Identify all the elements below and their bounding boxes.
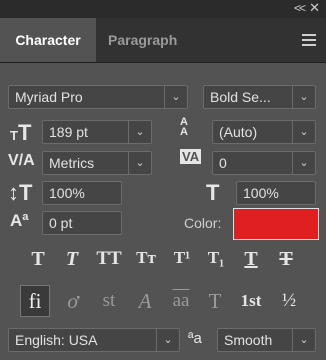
subscript-button[interactable]: T₁ — [202, 248, 230, 276]
underline-button[interactable]: T — [237, 248, 265, 276]
anti-alias-icon: ªa — [188, 330, 202, 347]
language-value: English: USA — [15, 332, 98, 348]
chevron-down-icon: ⌄ — [292, 86, 315, 108]
font-size-value: 189 pt — [49, 124, 88, 140]
ordinals-button[interactable]: 1st — [236, 285, 266, 317]
contextual-alternates-button[interactable]: ơ — [58, 285, 88, 317]
font-family-select[interactable]: Myriad Pro ⌄ — [8, 85, 188, 109]
chevron-down-icon: ⌄ — [156, 329, 179, 351]
font-size-field[interactable]: 189 pt ⌄ — [42, 120, 152, 144]
vertical-scale-icon: ↕T — [8, 180, 33, 205]
chevron-down-icon: ⌄ — [128, 121, 151, 143]
faux-italic-button[interactable]: T — [58, 248, 86, 276]
vertical-scale-field[interactable]: 100% — [42, 181, 122, 205]
color-label: Color: — [184, 215, 222, 231]
chevron-down-icon: ⌄ — [292, 329, 315, 351]
titling-alternates-button[interactable]: T — [200, 285, 230, 317]
tab-paragraph[interactable]: Paragraph — [108, 18, 177, 62]
kerning-select[interactable]: Metrics ⌄ — [42, 151, 152, 175]
faux-bold-button[interactable]: T — [24, 248, 52, 276]
language-select[interactable]: English: USA ⌄ — [8, 328, 180, 352]
superscript-button[interactable]: T¹ — [168, 248, 196, 276]
close-icon[interactable]: ✕ — [309, 0, 320, 16]
strikethrough-button[interactable]: T — [272, 248, 300, 276]
stylistic-alternates-button[interactable]: aa — [166, 285, 196, 317]
baseline-shift-icon: Aª — [10, 211, 29, 230]
collapse-icon[interactable]: << — [294, 1, 306, 15]
vertical-scale-value: 100% — [49, 185, 85, 201]
font-family-value: Myriad Pro — [15, 89, 83, 105]
standard-ligatures-button[interactable]: fi — [20, 285, 50, 317]
baseline-shift-value: 0 pt — [49, 215, 73, 231]
chevron-down-icon: ⌄ — [292, 121, 315, 143]
tracking-value: 0 — [219, 155, 227, 171]
leading-value: (Auto) — [219, 124, 258, 140]
kerning-icon: V/A — [8, 152, 35, 169]
tracking-field[interactable]: 0 ⌄ — [212, 151, 316, 175]
chevron-down-icon: ⌄ — [292, 152, 315, 174]
horizontal-scale-icon: T — [206, 180, 220, 205]
horizontal-scale-field[interactable]: 100% — [236, 181, 316, 205]
font-style-value: Bold Se... — [210, 89, 271, 105]
tab-bar: Character Paragraph — [0, 18, 326, 63]
kerning-value: Metrics — [49, 155, 95, 171]
leading-field[interactable]: (Auto) ⌄ — [212, 120, 316, 144]
tab-character[interactable]: Character — [0, 18, 96, 62]
baseline-shift-field[interactable]: 0 pt — [42, 211, 122, 235]
fractions-button[interactable]: ½ — [274, 285, 304, 317]
color-swatch[interactable] — [233, 208, 319, 240]
discretionary-ligatures-button[interactable]: st — [94, 285, 124, 317]
chevron-down-icon: ⌄ — [164, 86, 187, 108]
anti-alias-value: Smooth — [224, 332, 273, 348]
font-size-icon: TT — [10, 120, 32, 145]
swash-button[interactable]: A — [130, 285, 160, 317]
leading-icon: AA — [180, 116, 188, 138]
chevron-down-icon: ⌄ — [128, 152, 151, 174]
character-panel: Myriad Pro ⌄ Bold Se... ⌄ TT 189 pt ⌄ AA… — [0, 63, 326, 360]
horizontal-scale-value: 100% — [243, 185, 279, 201]
tracking-icon: VA — [180, 149, 202, 164]
panel-menu-icon[interactable] — [302, 34, 316, 46]
anti-alias-select[interactable]: Smooth ⌄ — [217, 328, 316, 352]
all-caps-button[interactable]: TT — [93, 248, 125, 276]
font-style-select[interactable]: Bold Se... ⌄ — [203, 85, 316, 109]
small-caps-button[interactable]: Tт — [130, 248, 162, 276]
panel-top-bar: << ✕ — [0, 0, 326, 18]
